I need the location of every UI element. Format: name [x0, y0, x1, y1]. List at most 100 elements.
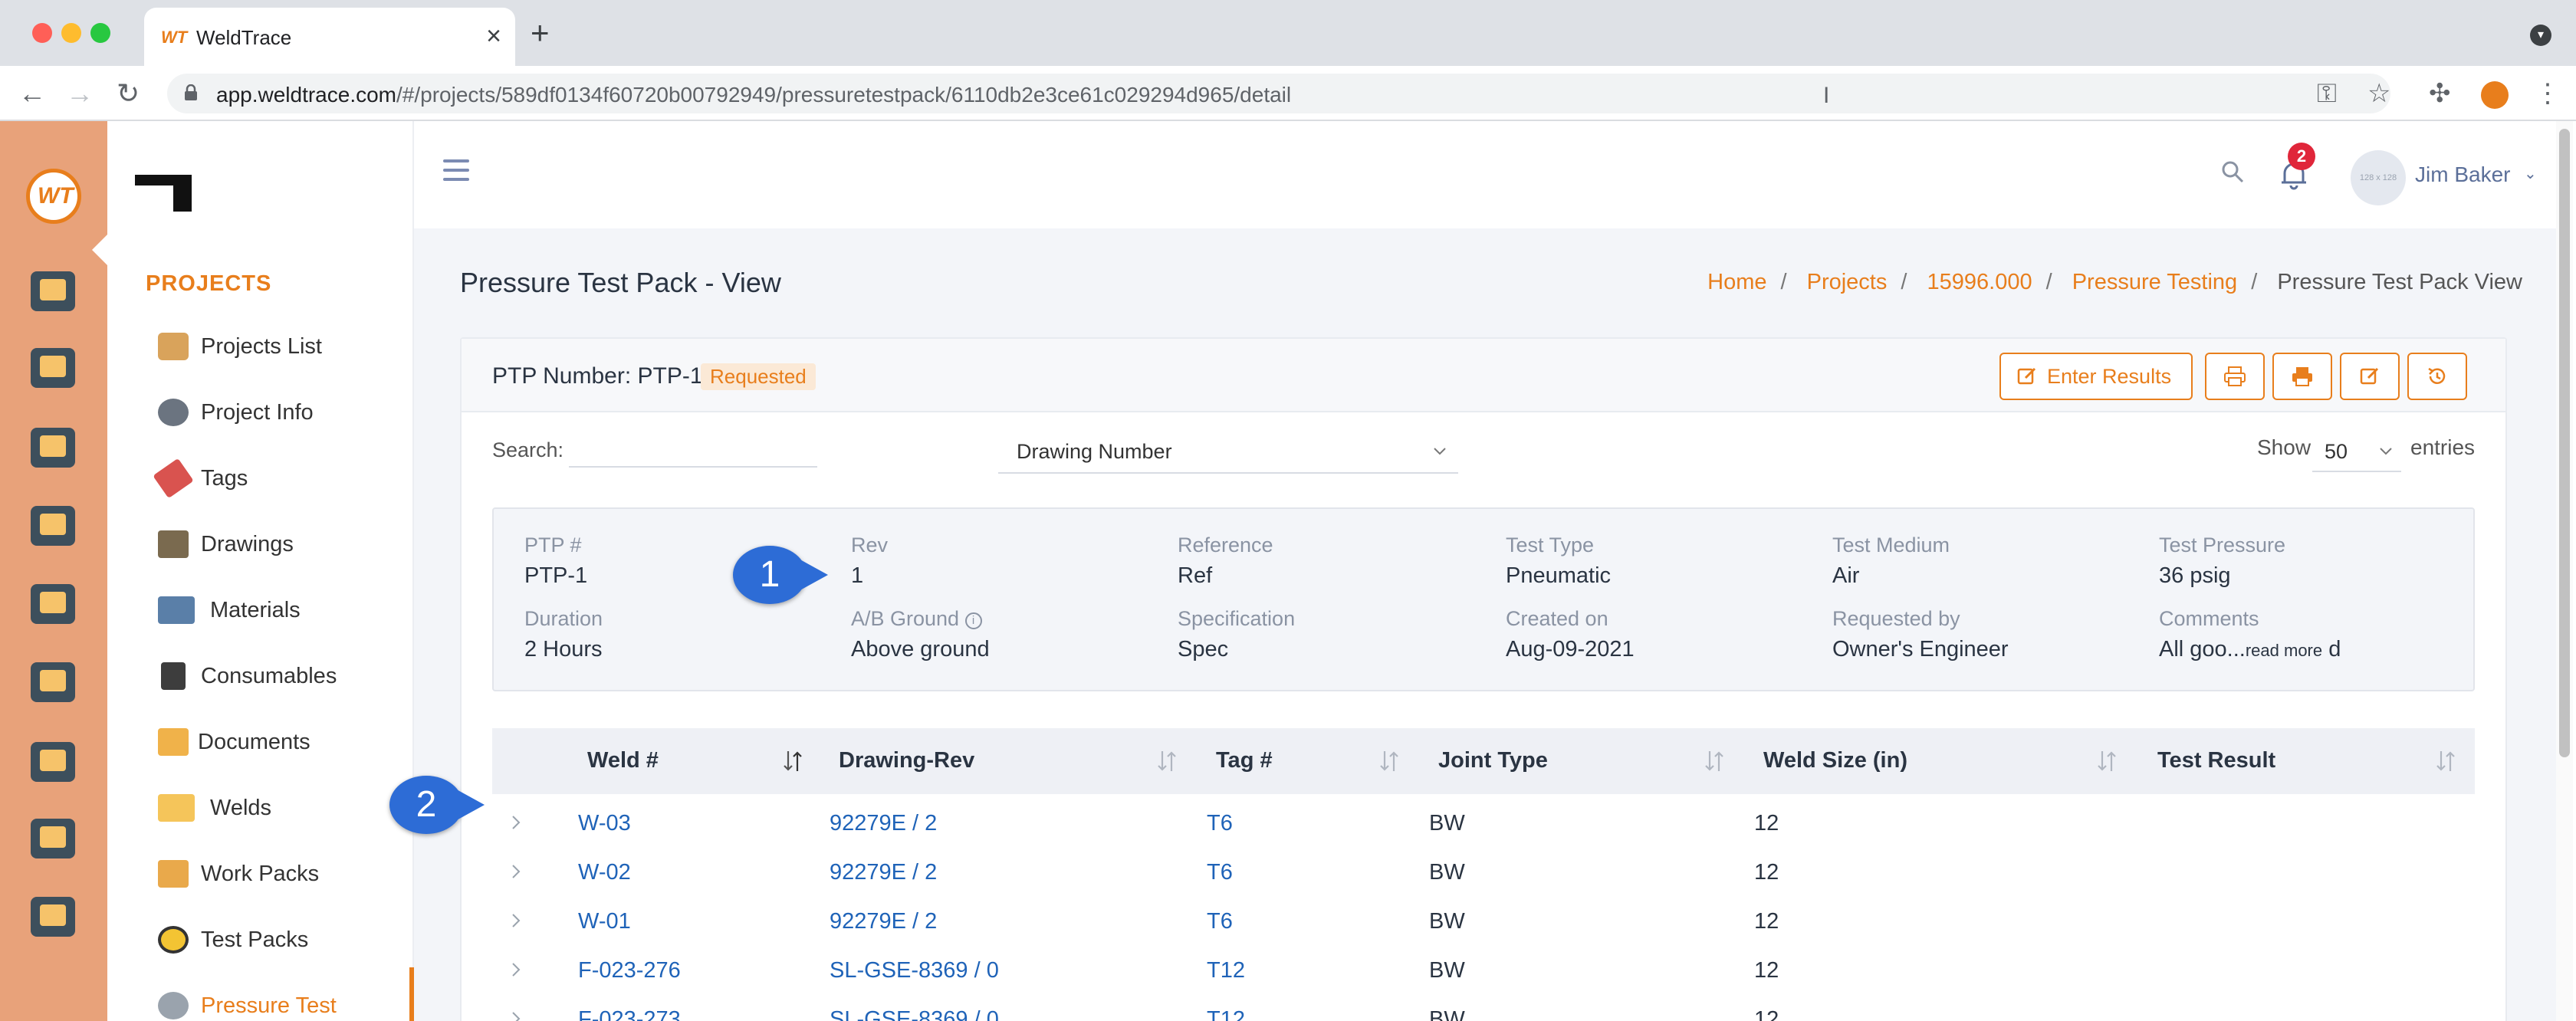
monitor-icon[interactable] — [31, 271, 75, 311]
drawing-rev-link[interactable]: 92279E / 2 — [830, 909, 937, 934]
checklist-icon[interactable] — [31, 428, 75, 468]
search-input[interactable] — [569, 432, 817, 468]
sidebar-item-drawings[interactable]: Drawings — [158, 521, 403, 567]
table-row[interactable]: W-03 92279E / 2 T6 BW 12 — [492, 799, 2475, 848]
info-test-pressure: Test Pressure 36 psig — [2159, 533, 2286, 588]
close-window-button[interactable] — [32, 23, 52, 43]
hamburger-menu-icon[interactable] — [443, 159, 469, 181]
print-outline-button[interactable] — [2205, 353, 2265, 400]
table-row[interactable]: F-023-276 SL-GSE-8369 / 0 T12 BW 12 — [492, 946, 2475, 995]
sidebar-item-welds[interactable]: Welds — [158, 785, 403, 831]
tag-link[interactable]: T6 — [1207, 860, 1233, 885]
scrollbar-track[interactable] — [2556, 121, 2573, 1021]
sidebar-item-project-info[interactable]: Project Info — [158, 389, 403, 435]
star-icon[interactable]: ☆ — [2367, 78, 2390, 109]
more-menu-icon[interactable]: ⋮ — [2535, 78, 2561, 109]
sidebar-item-consumables[interactable]: Consumables — [158, 653, 403, 699]
read-more-link[interactable]: read more — [2246, 641, 2322, 660]
drawing-rev-link[interactable]: SL-GSE-8369 / 0 — [830, 1007, 999, 1021]
search-icon[interactable] — [2220, 159, 2245, 184]
entries-select[interactable]: 50 — [2312, 429, 2401, 472]
weld-number-link[interactable]: F-023-273 — [578, 1007, 681, 1021]
tag-link[interactable]: T12 — [1207, 958, 1245, 983]
extensions-icon[interactable]: ✣ — [2429, 78, 2451, 109]
sidebar-item-documents[interactable]: Documents — [158, 719, 403, 765]
table-row[interactable]: W-02 92279E / 2 T6 BW 12 — [492, 848, 2475, 897]
badge-icon[interactable] — [31, 897, 75, 937]
sidebar-item-projects-list[interactable]: Projects List — [158, 323, 403, 369]
new-tab-icon[interactable]: + — [531, 17, 550, 49]
tag-link[interactable]: T6 — [1207, 811, 1233, 836]
maximize-window-button[interactable] — [90, 23, 110, 43]
edit-button[interactable] — [2340, 353, 2400, 400]
sidebar-item-pressure-test[interactable]: Pressure Test — [158, 983, 403, 1021]
org-chart-icon[interactable] — [31, 584, 75, 624]
sidebar-item-materials[interactable]: Materials — [158, 587, 403, 633]
print-icon — [2292, 367, 2312, 386]
breadcrumb-pressure-testing[interactable]: Pressure Testing — [2072, 270, 2237, 294]
enter-results-button[interactable]: Enter Results — [1999, 353, 2193, 400]
weld-number-link[interactable]: W-02 — [578, 860, 631, 885]
edit-square-icon — [2360, 367, 2379, 385]
breadcrumb-project-number[interactable]: 15996.000 — [1927, 270, 2032, 294]
breadcrumb-home[interactable]: Home — [1707, 270, 1766, 294]
drawing-rev-link[interactable]: SL-GSE-8369 / 0 — [830, 958, 999, 983]
drawing-rev-link[interactable]: 92279E / 2 — [830, 811, 937, 836]
column-drawing-rev[interactable]: Drawing-Rev — [839, 748, 974, 773]
sort-icon[interactable] — [1156, 748, 1178, 774]
folder-settings-icon[interactable] — [31, 348, 75, 388]
user-name[interactable]: Jim Baker — [2415, 163, 2510, 187]
chevron-down-icon[interactable]: ⌄ — [2524, 164, 2537, 183]
sort-icon[interactable] — [2096, 748, 2118, 774]
profile-icon[interactable] — [2481, 81, 2509, 109]
sidebar-item-tags[interactable]: Tags — [153, 455, 403, 501]
sort-icon[interactable] — [1378, 748, 1400, 774]
table-row[interactable]: F-023-273 SL-GSE-8369 / 0 T12 BW 12 — [492, 995, 2475, 1021]
info-duration: Duration 2 Hours — [524, 607, 603, 662]
column-tag-number[interactable]: Tag # — [1216, 748, 1273, 773]
column-weld-number[interactable]: Weld # — [587, 748, 659, 773]
avatar[interactable]: 128 x 128 — [2351, 150, 2406, 205]
tag-link[interactable]: T12 — [1207, 1007, 1245, 1021]
column-joint-type[interactable]: Joint Type — [1438, 748, 1548, 773]
team-icon[interactable] — [31, 742, 75, 782]
back-arrow-icon[interactable]: ← — [18, 80, 46, 107]
welder-icon[interactable] — [31, 506, 75, 546]
minimize-window-button[interactable] — [61, 23, 81, 43]
column-weld-size[interactable]: Weld Size (in) — [1763, 748, 1907, 773]
clipboard-clock-icon[interactable] — [31, 819, 75, 858]
weld-number-link[interactable]: W-01 — [578, 909, 631, 934]
sidebar-item-work-packs[interactable]: Work Packs — [158, 851, 403, 897]
sidebar-item-test-packs[interactable]: Test Packs — [158, 917, 403, 963]
close-tab-icon[interactable]: × — [486, 21, 501, 51]
address-bar[interactable]: app.weldtrace.com/#/projects/589df0134f6… — [167, 74, 2390, 113]
expand-row-icon[interactable] — [508, 814, 524, 831]
tag-link[interactable]: T6 — [1207, 909, 1233, 934]
weld-number-link[interactable]: F-023-276 — [578, 958, 681, 983]
forward-arrow-icon[interactable]: → — [66, 80, 94, 107]
drawing-rev-link[interactable]: 92279E / 2 — [830, 860, 937, 885]
joint-type-cell: BW — [1429, 958, 1465, 983]
scrollbar-thumb[interactable] — [2559, 129, 2570, 757]
history-button[interactable] — [2407, 353, 2467, 400]
print-button[interactable] — [2272, 353, 2332, 400]
sort-desc-icon[interactable] — [782, 748, 803, 774]
book-icon[interactable] — [31, 662, 75, 702]
weld-number-link[interactable]: W-03 — [578, 811, 631, 836]
expand-row-icon[interactable] — [508, 912, 524, 929]
browser-tab[interactable]: WT WeldTrace × — [144, 8, 515, 66]
sort-icon[interactable] — [1704, 748, 1725, 774]
info-circle-icon[interactable]: i — [964, 612, 982, 629]
expand-row-icon[interactable] — [508, 961, 524, 978]
app-logo[interactable]: WT — [26, 169, 81, 224]
column-test-result[interactable]: Test Result — [2157, 748, 2275, 773]
filter-column-select[interactable]: Drawing Number — [998, 429, 1458, 474]
tab-search-icon[interactable]: ▾ — [2530, 25, 2551, 46]
breadcrumb-projects[interactable]: Projects — [1807, 270, 1888, 294]
expand-row-icon[interactable] — [508, 863, 524, 880]
table-row[interactable]: W-01 92279E / 2 T6 BW 12 — [492, 897, 2475, 946]
expand-row-icon[interactable] — [508, 1010, 524, 1021]
key-icon[interactable]: ⚿ — [2317, 78, 2337, 109]
reload-icon[interactable]: ↻ — [117, 80, 140, 107]
sort-icon[interactable] — [2435, 748, 2456, 774]
